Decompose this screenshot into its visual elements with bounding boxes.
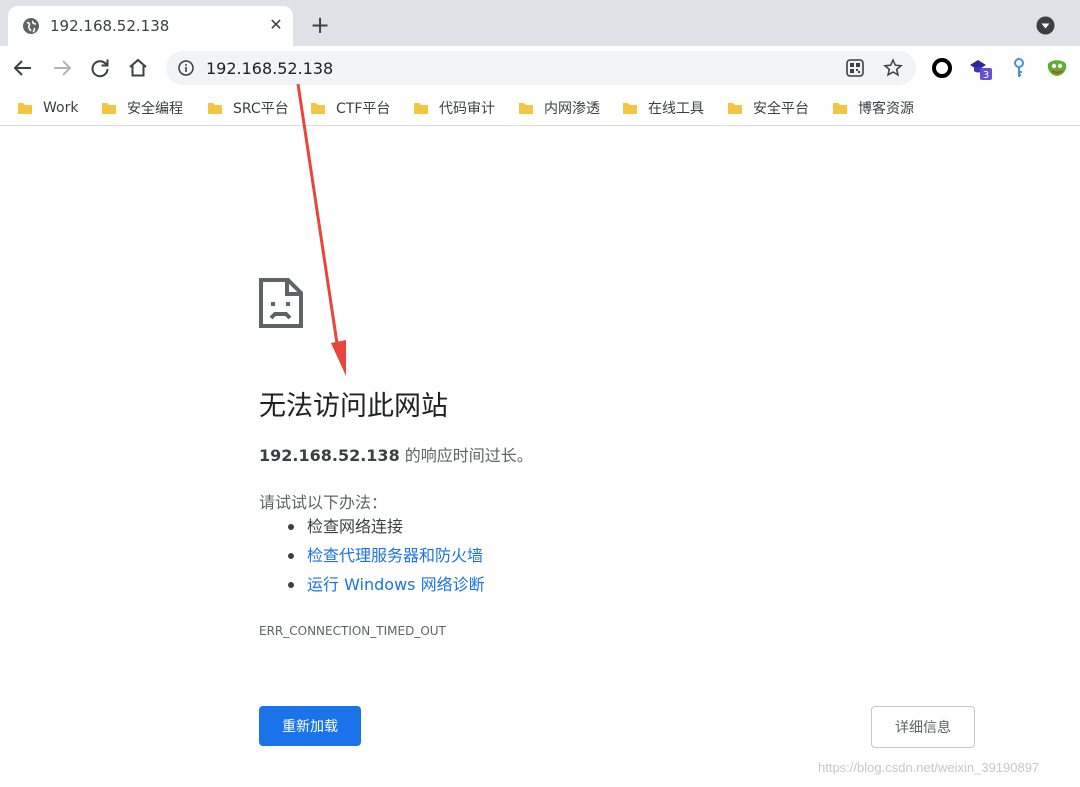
back-arrow-icon[interactable] [11,56,35,80]
bookmark-label: SRC平台 [233,101,289,117]
folder-icon [414,103,428,114]
home-icon[interactable] [126,56,150,80]
info-icon[interactable] [178,60,194,76]
folder-icon [18,103,32,114]
extension-badge-count: 3 [983,70,989,80]
bookmark-security-platform[interactable]: 安全平台 [727,98,809,118]
forward-arrow-icon[interactable] [50,56,74,80]
extension-ring-icon[interactable] [930,56,954,80]
bookmark-star-icon[interactable] [883,58,903,78]
bookmark-label: 在线工具 [648,101,704,117]
suggestion-check-network: 检查网络连接 [285,516,485,545]
suggestions-list: 检查网络连接 检查代理服务器和防火墙 运行 Windows 网络诊断 [285,516,485,603]
bookmark-intranet-pentest[interactable]: 内网渗透 [518,98,600,118]
folder-icon [519,103,533,114]
bookmark-label: CTF平台 [336,101,391,117]
bookmark-label: 博客资源 [858,101,914,117]
new-tab-button[interactable]: + [308,13,332,37]
watermark: https://blog.csdn.net/weixin_39190897 [818,760,1040,775]
extension-tampermonkey-icon[interactable] [1045,56,1069,80]
suggestion-run-diagnostics-link[interactable]: 运行 Windows 网络诊断 [285,574,485,603]
extension-key-icon[interactable] [1007,56,1031,80]
close-tab-icon[interactable]: ✕ [266,15,286,35]
suggestions-heading: 请试试以下办法： [259,493,388,512]
error-description-text: 的响应时间过长。 [399,446,533,465]
bookmark-label: 内网渗透 [544,101,600,117]
toolbar: 192.168.52.138 3 [0,46,1080,90]
bookmark-online-tools[interactable]: 在线工具 [622,98,704,118]
bookmark-src-platform[interactable]: SRC平台 [207,98,289,118]
bookmark-label: 安全编程 [127,101,183,117]
folder-icon [208,103,222,114]
error-host: 192.168.52.138 [259,446,400,465]
bookmarks-bar: Work 安全编程 SRC平台 CTF平台 代码审计 内网渗透 在线工具 安全平… [0,90,1080,126]
bookmark-work[interactable]: Work [17,98,78,118]
folder-icon [311,103,325,114]
bookmark-blog-resources[interactable]: 博客资源 [832,98,914,118]
bookmark-label: Work [43,100,79,116]
tab-title: 192.168.52.138 [50,17,170,35]
reload-icon[interactable] [88,56,112,80]
folder-icon [728,103,742,114]
bookmark-code-audit[interactable]: 代码审计 [413,98,495,118]
folder-icon [102,103,116,114]
bookmark-label: 代码审计 [439,101,495,117]
details-button[interactable]: 详细信息 [871,706,975,748]
suggestion-check-proxy-link[interactable]: 检查代理服务器和防火墙 [285,545,485,574]
bookmark-security-programming[interactable]: 安全编程 [101,98,183,118]
globe-icon [23,18,39,34]
qr-code-icon[interactable] [846,59,864,77]
error-title: 无法访问此网站 [259,391,448,422]
bookmark-ctf-platform[interactable]: CTF平台 [310,98,390,118]
tab-search-icon[interactable] [1036,16,1055,35]
error-code: ERR_CONNECTION_TIMED_OUT [259,624,446,638]
error-description: 192.168.52.138 的响应时间过长。 [259,442,533,466]
address-bar[interactable]: 192.168.52.138 [166,51,916,85]
browser-tab[interactable]: 192.168.52.138 ✕ [8,6,293,46]
bookmark-label: 安全平台 [753,101,809,117]
extension-badge-icon[interactable]: 3 [968,56,992,80]
url-text[interactable]: 192.168.52.138 [206,59,333,78]
reload-button[interactable]: 重新加载 [259,706,361,746]
sad-document-icon [259,278,303,328]
tab-strip: 192.168.52.138 ✕ + [0,0,1080,46]
folder-icon [833,103,847,114]
folder-icon [623,103,637,114]
